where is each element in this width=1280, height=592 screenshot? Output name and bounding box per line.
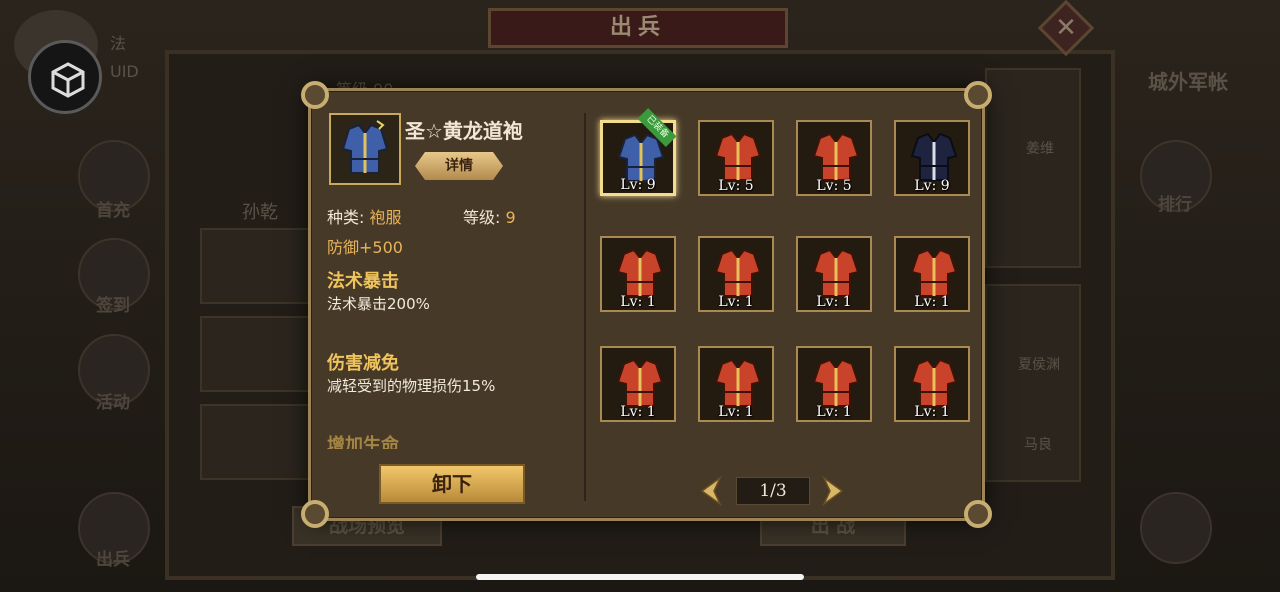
more-button[interactable] [1140, 492, 1212, 564]
slot-level-label: Lv: 1 [914, 294, 950, 310]
equipment-slot[interactable]: Lv: 9 [894, 120, 970, 196]
corner-ornament [301, 81, 329, 109]
red-robe-icon [616, 358, 664, 407]
chevron-left-icon [700, 475, 722, 507]
details-button[interactable]: 详情 [415, 152, 503, 180]
equipment-dialog: 圣☆黄龙道袍 详情 种类: 袍服 等级: 9 防御+500 法术暴击 法术暴击2… [301, 81, 992, 528]
red-robe-icon [812, 248, 860, 297]
equipment-slot[interactable]: Lv: 1 [796, 236, 872, 312]
menu-cube-button[interactable] [28, 40, 102, 114]
side-label-sign-in: 签到 [96, 296, 130, 316]
red-robe-icon [910, 358, 958, 407]
page-title: 出兵 [488, 8, 788, 48]
selected-item-icon [329, 113, 401, 185]
item-defense: 防御+500 [327, 238, 403, 257]
chevron-right-icon [822, 475, 844, 507]
equipment-slot[interactable]: Lv: 9 已装备 [600, 108, 677, 196]
item-level-label: 等级: [463, 208, 501, 227]
slot-level-label: Lv: 1 [914, 404, 950, 420]
black-robe-icon [910, 132, 958, 181]
red-robe-icon [616, 248, 664, 297]
red-robe-icon [910, 248, 958, 297]
red-robe-icon [714, 358, 762, 407]
corner-ornament [964, 500, 992, 528]
slot-level-label: Lv: 1 [718, 294, 754, 310]
rank-label: 排行 [1158, 195, 1192, 215]
slot-level-label: Lv: 1 [620, 294, 656, 310]
item-level-row: 等级: 9 [463, 204, 516, 228]
uid-label: UID [110, 62, 139, 81]
item-name: 圣☆黄龙道袍 [405, 119, 523, 143]
hero-name: 孙乾 [242, 202, 278, 223]
panel-divider [584, 113, 586, 501]
slot-level-label: Lv: 1 [816, 294, 852, 310]
slot-level-label: Lv: 1 [718, 404, 754, 420]
cube-icon [51, 62, 85, 98]
unequip-button[interactable]: 卸下 [379, 464, 525, 504]
slot-level-label: Lv: 1 [620, 404, 656, 420]
item-level-value: 9 [505, 208, 516, 227]
equipment-slot[interactable]: Lv: 1 [894, 236, 970, 312]
item-type-label: 种类: [327, 208, 365, 227]
equipment-slot[interactable]: Lv: 1 [600, 346, 676, 422]
equipment-slot[interactable]: Lv: 1 [796, 346, 872, 422]
skill-title: 法术暴击 [327, 271, 399, 292]
bg-equip-slot-1 [200, 228, 310, 304]
bg-hero-name: 夏侯渊 [1018, 357, 1060, 373]
corner-ornament [964, 81, 992, 109]
bg-equip-slot-3 [200, 404, 310, 480]
side-label-first-charge: 首充 [96, 201, 130, 221]
red-robe-icon [714, 132, 762, 181]
skill-title: 增加生命 [327, 435, 399, 449]
home-indicator [476, 574, 804, 580]
bg-hero-name: 姜维 [1026, 141, 1054, 157]
tab-outer-camp[interactable]: 城外军帐 [1148, 66, 1228, 95]
bg-hero-name: 马良 [1024, 437, 1052, 453]
robe-icon [341, 120, 389, 174]
side-label-dispatch: 出兵 [96, 550, 130, 570]
equipment-slot[interactable]: Lv: 5 [698, 120, 774, 196]
equipment-slot[interactable]: Lv: 1 [698, 346, 774, 422]
equipment-slot[interactable]: Lv: 1 [894, 346, 970, 422]
red-robe-icon [714, 248, 762, 297]
red-robe-icon [812, 358, 860, 407]
item-type-value: 袍服 [369, 208, 402, 227]
skill-description: 减轻受到的物理损伤15% [327, 377, 496, 395]
red-robe-icon [812, 132, 860, 181]
player-name-fragment: 法 [110, 34, 127, 53]
item-type-row: 种类: 袍服 [327, 204, 402, 228]
slot-level-label: Lv: 9 [620, 177, 656, 193]
bg-hero-roster-top [985, 68, 1081, 268]
close-button[interactable]: ✕ [1037, 0, 1095, 57]
skill-title: 伤害减免 [327, 353, 399, 374]
slot-level-label: Lv: 9 [914, 178, 950, 194]
slot-level-label: Lv: 5 [816, 178, 852, 194]
slot-level-label: Lv: 1 [816, 404, 852, 420]
side-label-activity: 活动 [96, 393, 130, 413]
next-page-button[interactable] [820, 475, 846, 507]
corner-ornament [301, 500, 329, 528]
equipment-slot[interactable]: Lv: 1 [600, 236, 676, 312]
bg-equip-slot-2 [200, 316, 310, 392]
equipment-slot[interactable]: Lv: 1 [698, 236, 774, 312]
close-icon: ✕ [1055, 13, 1077, 43]
skill-description: 法术暴击200% [327, 295, 430, 313]
equipment-slot[interactable]: Lv: 5 [796, 120, 872, 196]
equipment-grid: Lv: 9 已装备 Lv: 5 Lv: 5 Lv: 9 Lv: 1 Lv: 1 Lv: 1 Lv… [600, 108, 970, 422]
page-indicator: 1/3 [736, 477, 810, 505]
previous-page-button[interactable] [698, 475, 724, 507]
slot-level-label: Lv: 5 [718, 178, 754, 194]
